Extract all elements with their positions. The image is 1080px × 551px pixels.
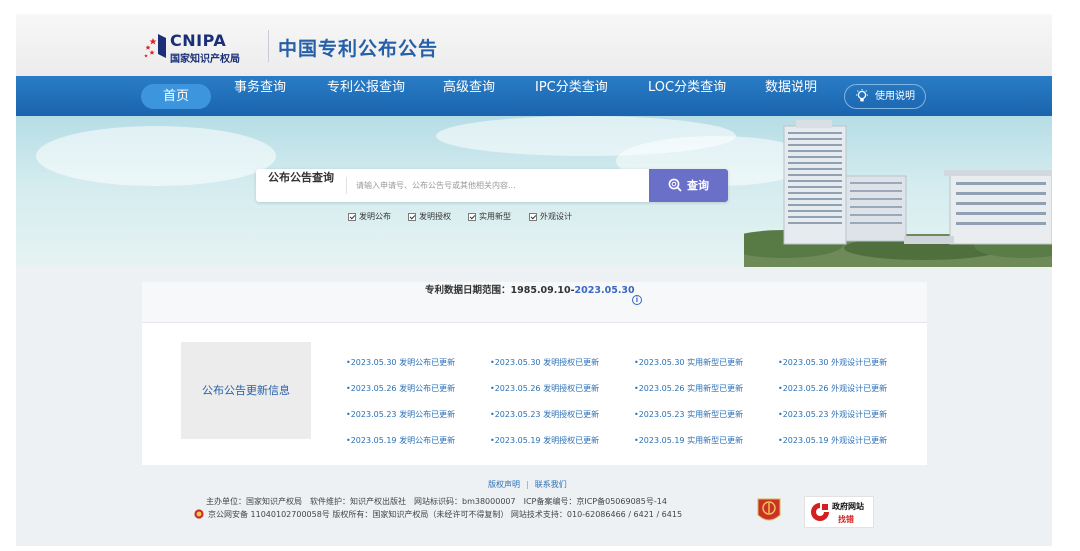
update-link[interactable]: •2023.05.23 发明授权已更新	[490, 409, 599, 421]
nav-item-gazette-query[interactable]: 专利公报查询	[327, 76, 405, 116]
footer-info-line: 主办单位：国家知识产权局 软件维护：知识产权出版社 网站标识码：bm380000…	[206, 497, 667, 506]
update-link[interactable]: •2023.05.30 外观设计已更新	[778, 357, 887, 369]
updates-label: 公布公告更新信息	[181, 342, 311, 439]
update-link[interactable]: •2023.05.23 实用新型已更新	[634, 409, 743, 421]
main-nav: 首页 事务查询 专利公报查询 高级查询 IPC分类查询 LOC分类查询 数据说明…	[16, 76, 1052, 116]
update-link[interactable]: •2023.05.23 发明公布已更新	[346, 409, 455, 421]
update-link[interactable]: •2023.05.26 外观设计已更新	[778, 383, 887, 395]
update-link[interactable]: •2023.05.30 发明授权已更新	[490, 357, 599, 369]
help-button-label: 使用说明	[875, 91, 915, 102]
info-icon[interactable]: i	[632, 295, 642, 305]
search-button-label: 查询	[687, 179, 709, 192]
cnipa-logo[interactable]: CNIPA 国家知识产权局	[144, 28, 264, 65]
date-range-prefix: 专利数据日期范围：1985.09.10-	[425, 285, 575, 296]
page: CNIPA 国家知识产权局 中国专利公布公告 首页 事务查询 专利公报查询 高级…	[16, 14, 1052, 546]
update-link[interactable]: •2023.05.30 实用新型已更新	[634, 357, 743, 369]
updates-panel: 公布公告更新信息 •2023.05.30 发明公布已更新 •2023.05.26…	[142, 323, 927, 465]
update-link[interactable]: •2023.05.19 实用新型已更新	[634, 435, 743, 447]
checkbox-checked-icon[interactable]	[408, 213, 416, 221]
update-link[interactable]: •2023.05.26 发明公布已更新	[346, 383, 455, 395]
nav-item-loc-query[interactable]: LOC分类查询	[648, 76, 726, 116]
checkbox-label: 外观设计	[540, 212, 572, 221]
banner-cloud	[36, 126, 276, 186]
nav-item-ipc-query[interactable]: IPC分类查询	[535, 76, 608, 116]
footer-link-separator: |	[526, 480, 529, 489]
header-divider	[268, 30, 269, 62]
footer-links: 版权声明 | 联系我们	[488, 479, 567, 490]
search-banner: 公布公告查询 查询 发明公布 发明授权	[16, 116, 1052, 267]
search-button[interactable]: 查询	[649, 169, 728, 202]
police-badge-icon	[194, 509, 204, 519]
gov-site-error-report-badge[interactable]: 政府网站 找错	[804, 496, 874, 528]
copyright-link[interactable]: 版权声明	[488, 480, 520, 489]
gov-badge-action: 找错	[838, 515, 854, 524]
lightbulb-icon	[856, 89, 868, 102]
site-header: CNIPA 国家知识产权局 中国专利公布公告	[16, 14, 1052, 76]
logo-english-text: CNIPA	[170, 31, 227, 50]
update-link[interactable]: •2023.05.23 外观设计已更新	[778, 409, 887, 421]
checkbox-checked-icon[interactable]	[529, 213, 537, 221]
office-building-illustration	[744, 120, 1052, 267]
date-range-end: 2023.05.30	[574, 285, 635, 296]
nav-item-data-description[interactable]: 数据说明	[765, 76, 817, 116]
help-button[interactable]: 使用说明	[844, 84, 926, 109]
party-emblem-icon[interactable]	[756, 497, 782, 525]
footer-record-text: 京公网安备 11040102700058号 版权所有：国家知识产权局（未经许可不…	[208, 510, 683, 519]
search-divider	[346, 177, 347, 194]
update-link[interactable]: •2023.05.19 发明授权已更新	[490, 435, 599, 447]
update-link[interactable]: •2023.05.26 发明授权已更新	[490, 383, 599, 395]
checkbox-checked-icon[interactable]	[348, 213, 356, 221]
checkbox-label: 发明授权	[419, 212, 451, 221]
checkbox-label: 发明公布	[359, 212, 391, 221]
nav-item-affairs-query[interactable]: 事务查询	[234, 76, 286, 116]
search-icon	[668, 178, 682, 192]
update-link[interactable]: •2023.05.26 实用新型已更新	[634, 383, 743, 395]
checkbox-checked-icon[interactable]	[468, 213, 476, 221]
update-link[interactable]: •2023.05.19 发明公布已更新	[346, 435, 455, 447]
gov-badge-title: 政府网站	[832, 502, 864, 511]
update-link[interactable]: •2023.05.30 发明公布已更新	[346, 357, 455, 369]
checkbox-label: 实用新型	[479, 212, 511, 221]
search-label: 公布公告查询	[268, 171, 334, 184]
gov-site-logo-icon	[811, 503, 829, 521]
date-range-bar: 专利数据日期范围：1985.09.10-2023.05.30 i	[142, 282, 927, 323]
logo-chinese-text: 国家知识产权局	[170, 54, 240, 65]
nav-item-advanced-query[interactable]: 高级查询	[443, 76, 495, 116]
search-box: 公布公告查询 查询	[256, 169, 728, 202]
date-range-text: 专利数据日期范围：1985.09.10-2023.05.30	[425, 282, 635, 323]
search-input[interactable]	[352, 169, 642, 202]
site-title: 中国专利公布公告	[278, 38, 439, 60]
nav-item-home[interactable]: 首页	[141, 84, 211, 109]
stars-logo-icon	[144, 34, 166, 58]
update-link[interactable]: •2023.05.19 外观设计已更新	[778, 435, 887, 447]
contact-link[interactable]: 联系我们	[535, 480, 567, 489]
